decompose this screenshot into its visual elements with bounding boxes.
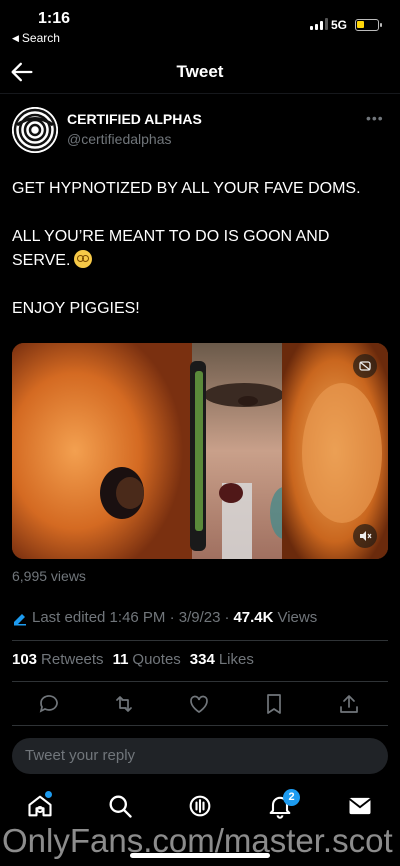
hypnotized-face-emoji-icon	[74, 250, 93, 268]
tweet-text-line-3-text: SERVE.	[12, 252, 71, 269]
reply-input[interactable]: Tweet your reply	[12, 738, 388, 774]
reply-placeholder: Tweet your reply	[25, 747, 136, 764]
top-bar: Tweet	[0, 50, 400, 94]
tweet-actions	[0, 690, 400, 718]
dot-separator: ·	[224, 609, 230, 626]
status-time: 1:16	[38, 10, 71, 27]
network-label: 5G	[331, 18, 348, 32]
quotes-stat[interactable]: 11 Quotes	[113, 651, 181, 668]
like-heart-icon[interactable]	[187, 692, 211, 716]
share-icon[interactable]	[337, 692, 361, 716]
views-label: Views	[277, 609, 318, 626]
home-new-dot	[45, 791, 52, 798]
bottom-tab-bar	[0, 786, 400, 826]
back-triangle-icon: ◀	[12, 32, 19, 43]
likes-label: Likes	[218, 651, 254, 668]
mute-icon[interactable]	[353, 524, 377, 548]
spaces-icon[interactable]	[186, 792, 214, 820]
retweets-count: 103	[12, 651, 38, 668]
likes-count: 334	[189, 651, 215, 668]
video-settings-icon[interactable]	[353, 354, 377, 378]
video-frame-image	[12, 343, 388, 559]
engagement-stats: 103 Retweets 11 Quotes 334 Likes	[12, 651, 254, 668]
messages-mail-icon[interactable]	[346, 792, 374, 820]
tweet-text-line-4: ENJOY PIGGIES!	[12, 300, 140, 317]
divider	[12, 681, 388, 682]
divider	[12, 640, 388, 641]
tweet-text-line-1: GET HYPNOTIZED BY ALL YOUR FAVE DOMS.	[12, 180, 361, 197]
back-app-label: Search	[21, 31, 60, 45]
edited-row: Last edited 1:46 PM · 3/9/23 · 47.4K Vie…	[12, 609, 317, 626]
edit-pencil-icon	[14, 613, 26, 625]
tweet-video[interactable]	[12, 343, 388, 559]
reply-icon[interactable]	[37, 692, 61, 716]
more-options-icon[interactable]: •••	[366, 110, 384, 126]
spiral-logo-icon	[12, 107, 58, 153]
edited-label[interactable]: Last edited 1:46 PM · 3/9/23	[32, 609, 220, 626]
retweet-icon[interactable]	[112, 692, 136, 716]
avatar[interactable]	[12, 107, 58, 153]
divider	[12, 725, 388, 726]
search-icon[interactable]	[106, 792, 134, 820]
likes-stat[interactable]: 334 Likes	[190, 651, 254, 668]
quotes-count: 11	[112, 651, 129, 668]
status-bar: 1:16 ◀ Search 5G	[0, 0, 400, 48]
retweets-label: Retweets	[41, 651, 104, 668]
back-to-search-link[interactable]: ◀ Search	[12, 31, 60, 45]
video-views: 6,995 views	[12, 568, 86, 584]
retweets-stat[interactable]: 103 Retweets	[12, 651, 104, 668]
author-handle[interactable]: @certifiedalphas	[67, 131, 172, 147]
quotes-label: Quotes	[132, 651, 181, 668]
home-indicator[interactable]	[130, 853, 270, 858]
page-title: Tweet	[176, 62, 224, 81]
views-count: 47.4K	[233, 609, 274, 626]
tweet-text-line-2: ALL YOU’RE MEANT TO DO IS GOON AND	[12, 228, 330, 245]
author-name[interactable]: CERTIFIED ALPHAS	[67, 111, 202, 127]
bookmark-icon[interactable]	[262, 692, 286, 716]
notifications-badge: 2	[283, 789, 300, 806]
tweet-text-line-3: SERVE.	[12, 249, 388, 273]
signal-icon	[310, 18, 328, 30]
battery-icon	[355, 19, 382, 31]
